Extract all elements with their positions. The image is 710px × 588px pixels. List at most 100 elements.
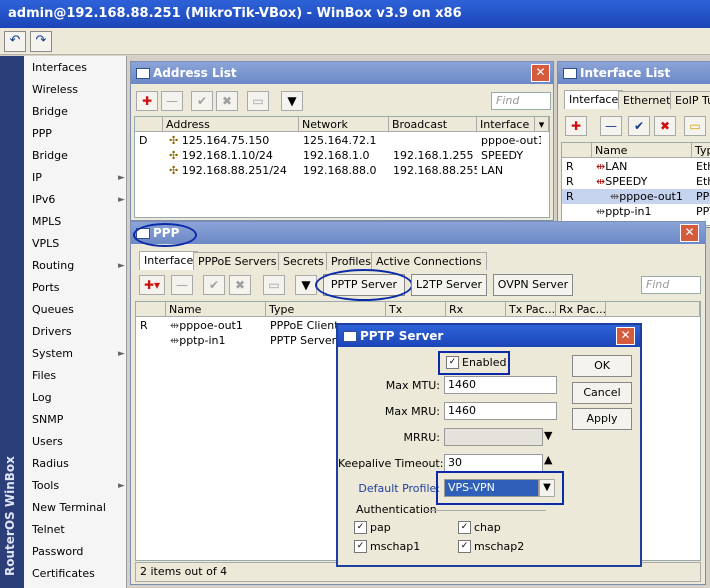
find-input[interactable]: Find <box>491 92 551 110</box>
enable-icon[interactable]: ✔ <box>191 91 213 111</box>
cell-flag: R <box>566 190 574 203</box>
mrru-field[interactable] <box>444 428 543 446</box>
menu-item[interactable]: Bridge <box>32 102 68 122</box>
mschap1-checkbox[interactable]: ✓ <box>354 540 367 553</box>
table-row[interactable]: ✣ 192.168.88.251/24 192.168.88.0 192.168.8… <box>135 163 549 178</box>
keepalive-collapse-icon[interactable]: ▲ <box>544 453 552 466</box>
cell-flag <box>140 333 160 348</box>
table-row[interactable]: ✣ 192.168.1.10/24 192.168.1.0 192.168.1.25… <box>135 148 549 163</box>
column-header-network[interactable]: Network <box>299 117 389 132</box>
tab-ethernet[interactable]: Ethernet <box>618 91 676 109</box>
apply-button[interactable]: Apply <box>572 408 632 430</box>
column-header-name[interactable]: Name <box>592 143 692 158</box>
table-row[interactable]: D ✣ 125.164.75.150 125.164.72.1 pppoe-out1 <box>135 133 549 148</box>
tab-interface[interactable]: Interface <box>564 90 624 109</box>
menu-item[interactable]: Certificates <box>32 564 95 584</box>
ok-button[interactable]: OK <box>572 355 632 377</box>
tab-secrets[interactable]: Secrets <box>278 252 329 270</box>
menu-item[interactable]: Password <box>32 542 83 562</box>
pap-checkbox[interactable]: ✓ <box>354 521 367 534</box>
column-header-rx[interactable]: Rx <box>446 302 506 317</box>
column-header-tx[interactable]: Tx <box>386 302 446 317</box>
remove-icon[interactable]: — <box>161 91 183 111</box>
menu-item[interactable]: IPv6 ► <box>32 190 125 210</box>
close-icon[interactable]: ✕ <box>616 327 635 345</box>
enable-icon[interactable]: ✔ <box>628 116 650 136</box>
remove-icon[interactable]: — <box>171 275 193 295</box>
keepalive-field[interactable]: 30 <box>444 454 543 472</box>
table-row[interactable]: R⇹pppoe-out1PPP <box>562 189 710 204</box>
enable-icon[interactable]: ✔ <box>203 275 225 295</box>
mrru-dropdown-icon[interactable]: ▼ <box>544 429 552 442</box>
tab-profiles[interactable]: Profiles <box>326 252 376 270</box>
cancel-button[interactable]: Cancel <box>572 382 632 404</box>
column-header-broadcast[interactable]: Broadcast <box>389 117 477 132</box>
remove-icon[interactable]: — <box>600 116 622 136</box>
column-header-address[interactable]: Address <box>163 117 299 132</box>
menu-item[interactable]: Tools ► <box>32 476 125 496</box>
disable-icon[interactable]: ✖ <box>216 91 238 111</box>
tab-active-connections[interactable]: Active Connections <box>371 252 487 270</box>
menu-item[interactable]: Queues <box>32 300 74 320</box>
close-icon[interactable]: ✕ <box>531 64 550 82</box>
max-mtu-field[interactable]: 1460 <box>444 376 557 394</box>
table-row[interactable]: R ⇹SPEEDY Eth <box>562 174 710 189</box>
menu-item[interactable]: Wireless <box>32 80 78 100</box>
comment-icon[interactable]: ▭ <box>684 116 706 136</box>
comment-icon[interactable]: ▭ <box>263 275 285 295</box>
menu-item[interactable]: PPP <box>32 124 52 144</box>
column-menu-icon[interactable]: ▾ <box>535 117 549 132</box>
column-header-tx-packets[interactable]: Tx Pac... <box>506 302 556 317</box>
menu-item[interactable]: Users <box>32 432 63 452</box>
redo-icon[interactable]: ↷ <box>30 31 52 52</box>
menu-item[interactable]: VPLS <box>32 234 59 254</box>
undo-icon[interactable]: ↶ <box>4 31 26 52</box>
column-header-interface[interactable]: Interface <box>477 117 535 132</box>
menu-item[interactable]: New Terminal <box>32 498 106 518</box>
table-row[interactable]: R ⇹LAN Eth <box>562 159 710 174</box>
menu-item[interactable]: Routing ► <box>32 256 125 276</box>
ovpn-server-button[interactable]: OVPN Server <box>493 274 573 296</box>
interface-name: pppoe-out1 <box>179 319 243 332</box>
menu-item[interactable]: Log <box>32 388 52 408</box>
chap-checkbox[interactable]: ✓ <box>458 521 471 534</box>
comment-icon[interactable]: ▭ <box>247 91 269 111</box>
disable-icon[interactable]: ✖ <box>654 116 676 136</box>
enabled-checkbox[interactable]: ✓ <box>446 356 459 369</box>
menu-item[interactable]: MPLS <box>32 212 61 232</box>
column-header-name[interactable]: Name <box>166 302 266 317</box>
add-icon[interactable]: ✚ <box>136 91 158 111</box>
mschap2-checkbox[interactable]: ✓ <box>458 540 471 553</box>
menu-item[interactable]: IP ► <box>32 168 125 188</box>
menu-item[interactable]: Ports <box>32 278 60 298</box>
menu-item[interactable]: Telnet <box>32 520 65 540</box>
find-input[interactable]: Find <box>641 276 701 294</box>
close-icon[interactable]: ✕ <box>680 224 699 242</box>
tab-pppoe-servers[interactable]: PPPoE Servers <box>193 252 282 270</box>
max-mru-label: Max MRU: <box>384 405 440 418</box>
disable-icon[interactable]: ✖ <box>229 275 251 295</box>
menu-item-label: SNMP <box>32 413 64 426</box>
menu-item[interactable]: Files <box>32 366 56 386</box>
tab-interface[interactable]: Interface <box>139 251 199 270</box>
column-header-rx-packets[interactable]: Rx Pac... <box>556 302 606 317</box>
column-header-type[interactable]: Type <box>266 302 386 317</box>
column-header-type[interactable]: Typ <box>692 143 710 158</box>
menu-item[interactable]: Drivers <box>32 322 72 342</box>
menu-item[interactable]: Radius <box>32 454 69 474</box>
max-mru-field[interactable]: 1460 <box>444 402 557 420</box>
filter-icon[interactable]: ▼ <box>295 275 317 295</box>
menu-item[interactable]: Bridge <box>32 146 68 166</box>
filter-icon[interactable]: ▼ <box>281 91 303 111</box>
l2tp-server-button[interactable]: L2TP Server <box>411 274 487 296</box>
menu-item[interactable]: SNMP <box>32 410 63 430</box>
cell-interface: pppoe-out1 <box>481 134 541 147</box>
menu-item-label: Radius <box>32 457 69 470</box>
add-icon[interactable]: ✚▾ <box>139 275 165 295</box>
interface-list-title: Interface List <box>580 66 671 80</box>
tab-eoip-tunnel[interactable]: EoIP Tu <box>670 91 710 109</box>
add-icon[interactable]: ✚ <box>565 116 587 136</box>
menu-item[interactable]: System ► <box>32 344 125 364</box>
table-row[interactable]: ⇹pptp-in1 PPT <box>562 204 710 219</box>
menu-item[interactable]: Interfaces <box>32 58 87 78</box>
